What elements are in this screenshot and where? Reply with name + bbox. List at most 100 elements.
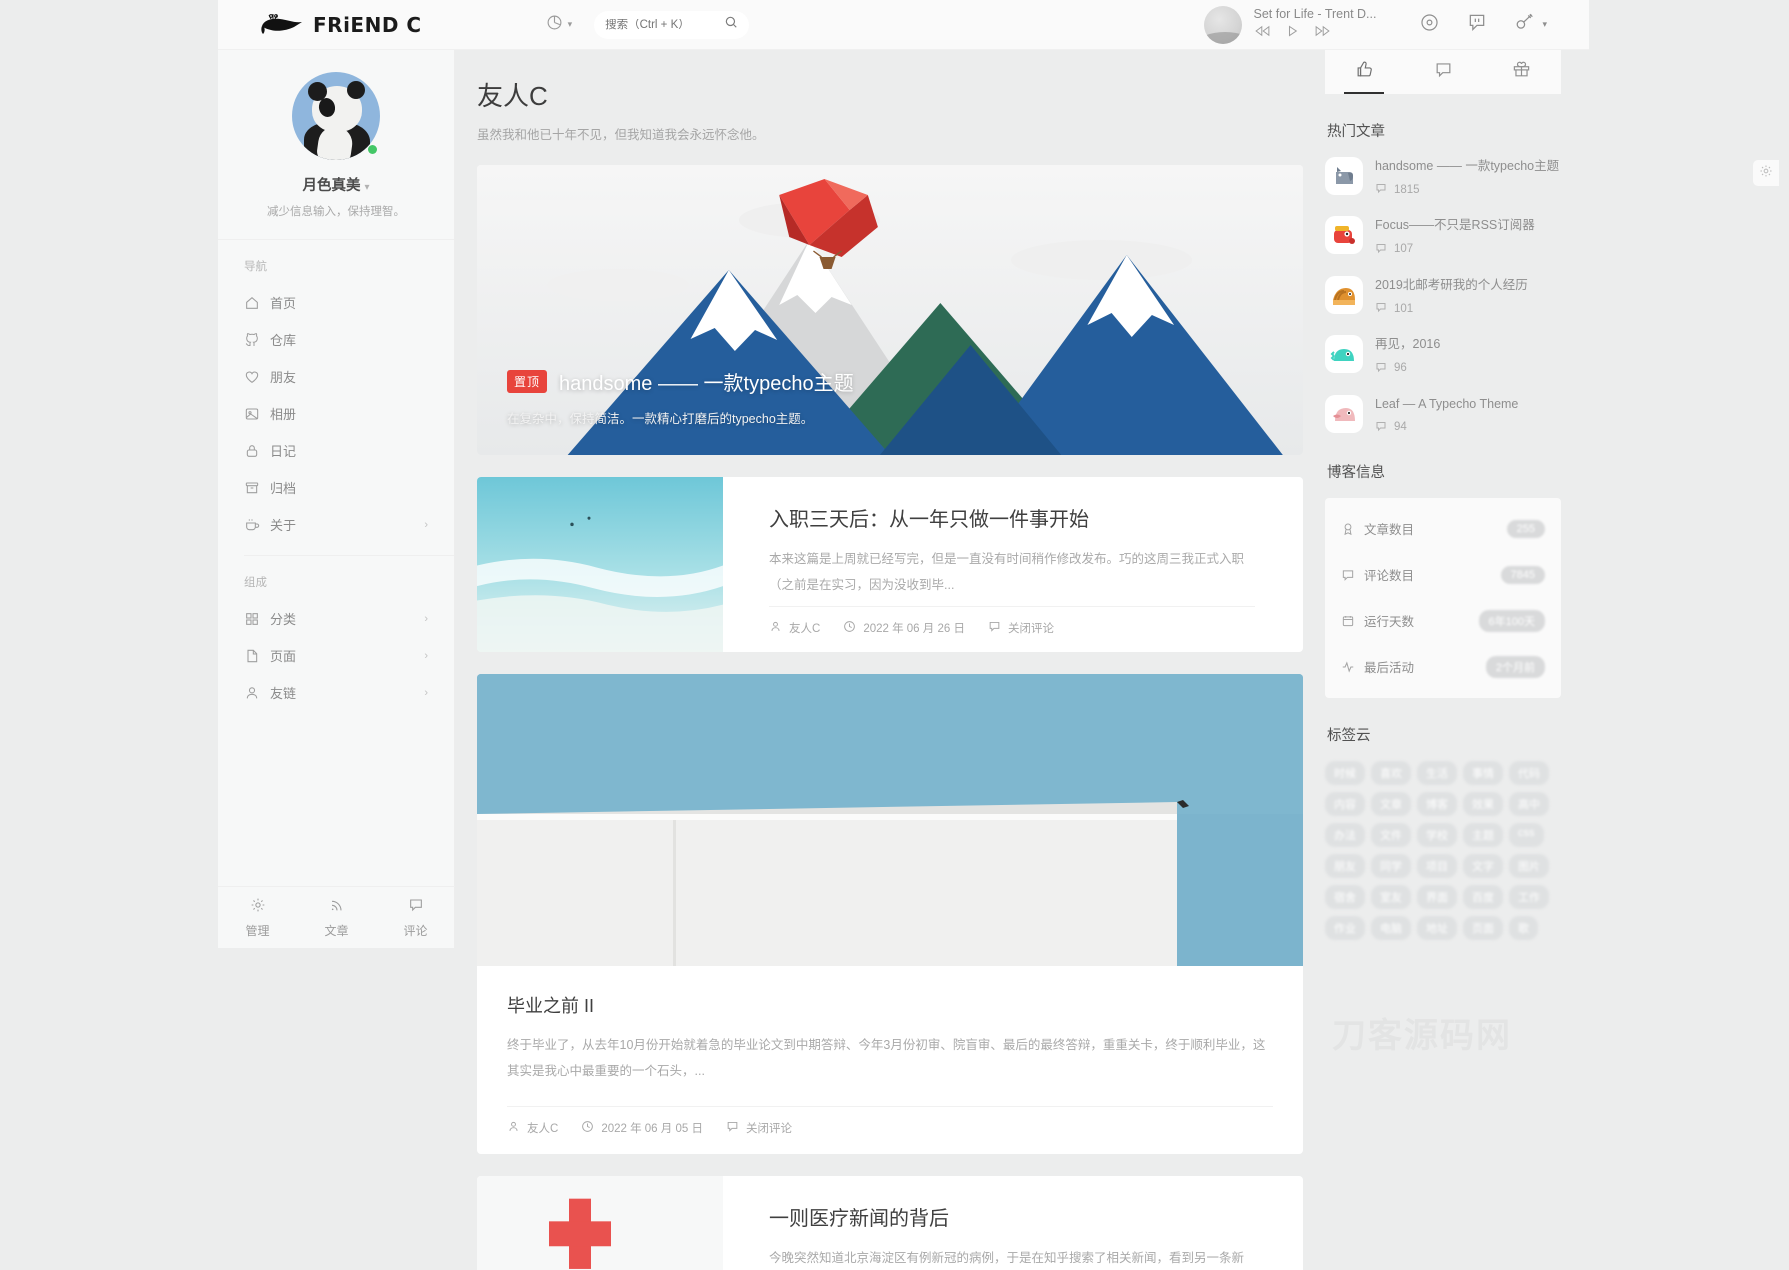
tag-item[interactable]: 工作: [1509, 884, 1549, 909]
sidebar-item-about[interactable]: 关于 ›: [244, 506, 454, 543]
tag-item[interactable]: 百度: [1463, 884, 1503, 909]
hot-articles-title: 热门文章: [1327, 124, 1385, 140]
sidebar-item-categories[interactable]: 分类 ›: [244, 600, 454, 637]
tag-item[interactable]: 作业: [1325, 915, 1365, 940]
tab-comments[interactable]: [1404, 50, 1483, 94]
post-comments: 关闭评论: [726, 1120, 792, 1136]
hot-article-item[interactable]: 再见，2016 96: [1325, 335, 1561, 375]
tag-item[interactable]: 文章: [1371, 791, 1411, 816]
tag-item[interactable]: 项目: [1417, 853, 1457, 878]
search-input[interactable]: [605, 18, 721, 31]
chart-dropdown-button[interactable]: ▾: [546, 14, 572, 36]
player-controls[interactable]: [1254, 24, 1377, 42]
sidebar-item-label: 仓库: [270, 333, 297, 348]
sidebar-item-diary[interactable]: 日记: [244, 432, 454, 469]
sidebar-item-pages[interactable]: 页面 ›: [244, 637, 454, 674]
tag-item[interactable]: 事情: [1463, 760, 1503, 785]
brand[interactable]: FRiEND C: [258, 13, 422, 37]
tab-likes[interactable]: [1325, 50, 1404, 94]
brand-text: FRiEND C: [313, 12, 422, 37]
search-icon[interactable]: [724, 15, 738, 34]
tag-item[interactable]: 电脑: [1371, 915, 1411, 940]
chevron-right-icon: ›: [424, 612, 428, 625]
next-track-icon[interactable]: [1314, 24, 1331, 42]
settings-gear-button[interactable]: [1753, 160, 1779, 186]
award-icon: [1341, 522, 1355, 536]
tag-item[interactable]: 办法: [1325, 822, 1365, 847]
tag-item[interactable]: 宿舍: [1325, 884, 1365, 909]
music-player[interactable]: Set for Life - Trent D...: [1203, 5, 1377, 44]
tag-item[interactable]: 生活: [1417, 760, 1457, 785]
profile-block: 月色真美 ▾ 减少信息输入，保持理智。: [218, 50, 454, 240]
tag-item[interactable]: 歌: [1509, 915, 1538, 940]
comment-icon: [1375, 361, 1387, 376]
post-card-1[interactable]: 入职三天后：从一年只做一件事开始 本来这篇是上周就已经写完，但是一直没有时间稍作…: [477, 477, 1303, 652]
sidebar-item-repository[interactable]: 仓库: [244, 321, 454, 358]
tag-item[interactable]: css: [1509, 822, 1544, 847]
sidebar-item-label: 日记: [270, 444, 297, 459]
twitch-comment-icon[interactable]: [1467, 12, 1487, 37]
tag-item[interactable]: 文件: [1371, 822, 1411, 847]
tag-item[interactable]: 时候: [1325, 760, 1365, 785]
hot-article-item[interactable]: Leaf — A Typecho Theme 94: [1325, 394, 1561, 435]
chevron-down-icon: ▾: [1542, 19, 1547, 29]
heart-icon: [244, 369, 270, 385]
tag-item[interactable]: 室友: [1371, 884, 1411, 909]
sidebar-item-archive[interactable]: 归档: [244, 469, 454, 506]
play-icon[interactable]: [1286, 24, 1299, 42]
key-dropdown-button[interactable]: ▾: [1515, 13, 1547, 36]
tag-item[interactable]: 学校: [1417, 822, 1457, 847]
gear-icon: [1759, 164, 1773, 183]
tab-gifts[interactable]: [1482, 50, 1561, 94]
post-title[interactable]: 一则医疗新闻的背后: [769, 1202, 1255, 1231]
sidebar-footer-label: 文章: [324, 923, 349, 938]
hot-article-title: 再见，2016: [1375, 337, 1441, 352]
sidebar-footer-manage[interactable]: 管理: [218, 897, 297, 939]
post-card-3[interactable]: 一则医疗新闻的背后 今晚突然知道北京海淀区有例新冠的病例，于是在知乎搜索了相关新…: [477, 1176, 1303, 1270]
tag-item[interactable]: 同学: [1371, 853, 1411, 878]
post-title[interactable]: 毕业之前 II: [507, 992, 1273, 1018]
page-subtitle: 虽然我和他已十年不见，但我知道我会永远怀念他。: [477, 128, 765, 142]
tag-item[interactable]: 代码: [1509, 760, 1549, 785]
post-title[interactable]: 入职三天后：从一年只做一件事开始: [769, 503, 1255, 532]
tag-item[interactable]: 地址: [1417, 915, 1457, 940]
status-badge: [368, 145, 377, 154]
sidebar-item-label: 页面: [270, 649, 297, 664]
sidebar-item-label: 友链: [270, 686, 297, 701]
album-cover: [1203, 5, 1242, 44]
hot-article-item[interactable]: Focus——不只是RSS订阅器 107: [1325, 216, 1561, 256]
tag-item[interactable]: 内容: [1325, 791, 1365, 816]
key-icon: [1515, 13, 1535, 36]
tag-item[interactable]: 页面: [1463, 915, 1503, 940]
profile-name-button[interactable]: 月色真美 ▾: [218, 174, 454, 195]
tag-item[interactable]: 喜欢: [1371, 760, 1411, 785]
search-box[interactable]: [594, 10, 750, 39]
hot-article-title: Leaf — A Typecho Theme: [1375, 396, 1519, 411]
coffee-icon: [244, 517, 270, 533]
hot-article-item[interactable]: handsome —— 一款typecho主题 1815: [1325, 157, 1561, 197]
tag-item[interactable]: 效果: [1463, 791, 1503, 816]
tag-item[interactable]: 主题: [1463, 822, 1503, 847]
tag-item[interactable]: 高中: [1509, 791, 1549, 816]
hero-card[interactable]: 置顶 handsome —— 一款typecho主题 在复杂中，保持简洁。一款精…: [477, 165, 1303, 455]
hot-article-title: handsome —— 一款typecho主题: [1375, 159, 1560, 173]
disc-icon[interactable]: [1420, 13, 1439, 37]
sidebar-item-album[interactable]: 相册: [244, 395, 454, 432]
sidebar-item-friends[interactable]: 朋友: [244, 358, 454, 395]
post-card-2[interactable]: 毕业之前 II 终于毕业了，从去年10月份开始就着急的毕业论文到中期答辩、今年3…: [477, 674, 1303, 1155]
sidebar-item-home[interactable]: 首页: [244, 284, 454, 321]
tag-item[interactable]: 朋友: [1325, 853, 1365, 878]
sidebar-footer-comments[interactable]: 评论: [376, 897, 455, 939]
prev-track-icon[interactable]: [1254, 24, 1271, 42]
sidebar-item-friendlinks[interactable]: 友链 ›: [244, 674, 454, 711]
avatar-wrap[interactable]: [292, 72, 380, 160]
calendar-icon: [1341, 614, 1355, 628]
hot-article-item[interactable]: 2019北邮考研我的个人经历 101: [1325, 275, 1561, 316]
tag-item[interactable]: 图片: [1509, 853, 1549, 878]
sidebar-footer-articles[interactable]: 文章: [297, 897, 376, 939]
hero-title[interactable]: handsome —— 一款typecho主题: [559, 367, 854, 396]
comment-icon: [1434, 60, 1453, 84]
tag-item[interactable]: 博客: [1417, 791, 1457, 816]
tag-item[interactable]: 界面: [1417, 884, 1457, 909]
tag-item[interactable]: 文字: [1463, 853, 1503, 878]
